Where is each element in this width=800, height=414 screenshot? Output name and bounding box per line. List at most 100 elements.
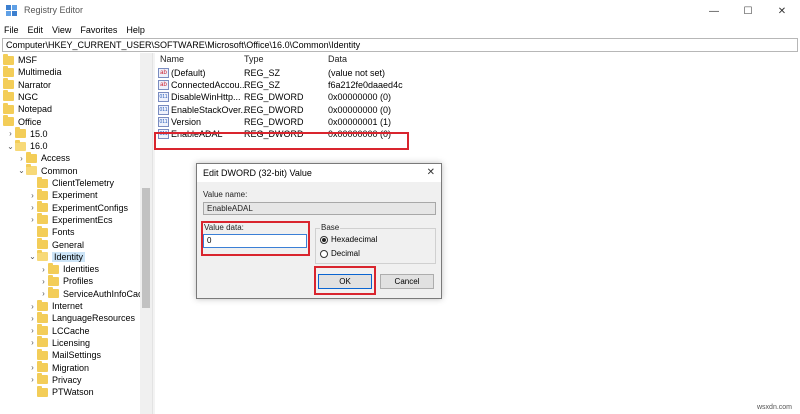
tree-node[interactable]: › Profiles: [39, 274, 93, 287]
chevron-right-icon[interactable]: ›: [39, 288, 48, 300]
cancel-button[interactable]: Cancel: [380, 274, 434, 289]
menu-favorites[interactable]: Favorites: [80, 25, 117, 35]
chevron-right-icon[interactable]: ›: [17, 152, 26, 164]
chevron-right-icon[interactable]: ›: [28, 202, 37, 214]
folder-icon: [37, 373, 48, 385]
column-header-data[interactable]: Data: [328, 54, 347, 64]
tree-node[interactable]: › ExperimentConfigs: [28, 201, 129, 214]
string-value-icon: ab: [158, 80, 169, 91]
tree-node[interactable]: › Licensing: [28, 336, 90, 349]
tree-node[interactable]: PTWatson: [28, 385, 94, 398]
chevron-right-icon[interactable]: ›: [28, 374, 37, 386]
column-header-type[interactable]: Type: [244, 54, 264, 64]
menu-file[interactable]: File: [4, 25, 19, 35]
list-item[interactable]: ab (Default) REG_SZ (value not set): [155, 67, 455, 79]
value-name: (Default): [171, 68, 206, 78]
tree-node[interactable]: › ExperimentEcs: [28, 213, 113, 226]
tree-node[interactable]: › Internet: [28, 299, 83, 312]
tree-node[interactable]: ⌄ 16.0: [6, 139, 48, 152]
folder-icon: [37, 250, 48, 262]
tree-node[interactable]: › Access: [17, 151, 71, 164]
chevron-right-icon[interactable]: ›: [28, 337, 37, 349]
value-type: REG_DWORD: [244, 116, 304, 127]
column-header-name[interactable]: Name: [160, 54, 184, 64]
tree-node-label: Experiment: [52, 190, 98, 201]
tree-node[interactable]: NGC: [0, 90, 38, 103]
tree-node[interactable]: MailSettings: [28, 348, 101, 361]
menu-edit[interactable]: Edit: [28, 25, 44, 35]
folder-icon: [37, 348, 48, 360]
chevron-right-icon[interactable]: ›: [28, 300, 37, 312]
list-item[interactable]: 011 EnableStackOver... REG_DWORD 0x00000000…: [155, 104, 455, 116]
chevron-down-icon[interactable]: ⌄: [28, 251, 37, 263]
value-data-input[interactable]: 0: [203, 234, 307, 248]
tree-node[interactable]: Fonts: [28, 225, 75, 238]
tree-node[interactable]: › Identities: [39, 262, 99, 275]
enableadal-highlight: [154, 132, 409, 150]
binary-value-icon: 011: [158, 92, 169, 103]
tree-node[interactable]: ⌄ Common: [17, 164, 78, 177]
chevron-right-icon[interactable]: ›: [28, 312, 37, 324]
chevron-down-icon[interactable]: ⌄: [17, 165, 26, 177]
tree-node[interactable]: Notepad: [0, 102, 52, 115]
value-data: 0x00000000 (0): [328, 104, 392, 115]
tree-scrollbar[interactable]: [140, 53, 152, 414]
tree-node[interactable]: General: [28, 238, 84, 251]
folder-icon: [26, 151, 37, 163]
list-item[interactable]: 011 DisableWinHttp... REG_DWORD 0x00000000 …: [155, 91, 455, 103]
chevron-right-icon[interactable]: ›: [39, 263, 48, 275]
chevron-right-icon[interactable]: ›: [39, 275, 48, 287]
tree-node[interactable]: › LCCache: [28, 324, 90, 337]
tree-node[interactable]: › ServiceAuthInfoCache: [39, 287, 152, 300]
decimal-label[interactable]: Decimal: [331, 249, 360, 258]
value-data: (value not set): [328, 68, 386, 78]
minimize-button[interactable]: —: [697, 0, 731, 22]
tree-node[interactable]: › Privacy: [28, 373, 82, 386]
maximize-button[interactable]: ☐: [731, 0, 765, 22]
tree-node[interactable]: Narrator: [0, 78, 51, 91]
tree-node[interactable]: Office: [0, 115, 41, 128]
folder-icon: [37, 176, 48, 188]
tree-node-label: PTWatson: [52, 387, 94, 398]
registry-tree[interactable]: MSF Multimedia Narrator NGC Notepad Office › 15…: [0, 53, 152, 414]
address-bar[interactable]: Computer\HKEY_CURRENT_USER\SOFTWARE\Micr…: [2, 38, 798, 52]
tree-node[interactable]: › Experiment: [28, 188, 98, 201]
tree-node[interactable]: › Migration: [28, 361, 89, 374]
folder-icon: [37, 361, 48, 372]
tree-node[interactable]: ⌄ Identity: [28, 250, 86, 263]
chevron-right-icon[interactable]: ›: [28, 362, 37, 374]
tree-node[interactable]: › 15.0: [6, 127, 48, 140]
decimal-radio[interactable]: [320, 250, 328, 258]
tree-node[interactable]: ClientTelemetry: [28, 176, 114, 189]
chevron-right-icon[interactable]: ›: [6, 128, 15, 140]
tree-node-label: Identity: [52, 251, 86, 262]
value-type: REG_DWORD: [244, 92, 304, 103]
window-title: Registry Editor: [24, 5, 84, 15]
tree-node[interactable]: Multimedia: [0, 65, 62, 78]
menu-help[interactable]: Help: [126, 25, 145, 35]
list-item[interactable]: 011 Version REG_DWORD 0x00000001 (1): [155, 116, 455, 128]
tree-node[interactable]: › LanguageResources: [28, 311, 136, 324]
menu-view[interactable]: View: [52, 25, 71, 35]
folder-icon: [3, 90, 14, 102]
tree-node-label: NGC: [18, 91, 38, 102]
tree-node-label: Access: [41, 153, 71, 164]
close-button[interactable]: ✕: [765, 0, 799, 22]
chevron-down-icon[interactable]: ⌄: [6, 140, 15, 152]
hexadecimal-label[interactable]: Hexadecimal: [331, 235, 377, 244]
chevron-right-icon[interactable]: ›: [28, 189, 37, 201]
tree-node-label: LanguageResources: [52, 313, 136, 324]
chevron-right-icon[interactable]: ›: [28, 325, 37, 337]
tree-scrollbar-thumb[interactable]: [142, 188, 150, 308]
dialog-close-icon[interactable]: ✕: [427, 167, 435, 178]
value-name: DisableWinHttp...: [171, 92, 241, 103]
hexadecimal-radio[interactable]: [320, 236, 328, 244]
list-item[interactable]: ab ConnectedAccou... REG_SZ f6a212fe0daaed4…: [155, 79, 455, 91]
tree-node-label: ExperimentConfigs: [52, 202, 129, 213]
folder-icon: [3, 65, 14, 77]
tree-node[interactable]: MSF: [0, 53, 37, 66]
string-value-icon: ab: [158, 68, 169, 78]
folder-icon: [37, 225, 48, 237]
chevron-right-icon[interactable]: ›: [28, 214, 37, 226]
